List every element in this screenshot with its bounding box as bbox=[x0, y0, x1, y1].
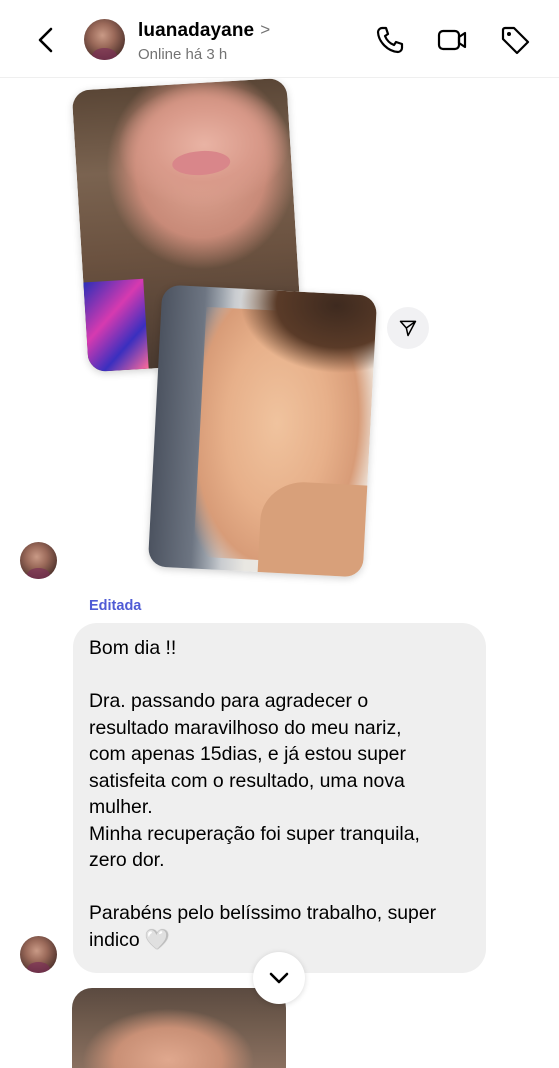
scroll-down-button[interactable] bbox=[253, 952, 305, 1004]
video-camera-icon[interactable] bbox=[436, 24, 468, 56]
photo-detail bbox=[83, 278, 149, 373]
contact-name-row[interactable]: luanadayane > bbox=[138, 20, 270, 42]
chat-header: luanadayane > Online há 3 h bbox=[0, 0, 559, 78]
online-status: Online há 3 h bbox=[138, 46, 228, 63]
photo-detail bbox=[257, 480, 373, 578]
share-button[interactable] bbox=[387, 307, 429, 349]
shared-photo-next[interactable] bbox=[72, 988, 286, 1068]
chevron-down-icon bbox=[269, 972, 289, 984]
edited-label: Editada bbox=[89, 598, 142, 614]
sender-avatar[interactable] bbox=[20, 542, 57, 579]
message-text: Bom dia !! Dra. passando para agradecer … bbox=[89, 635, 470, 953]
photo-detail bbox=[171, 149, 231, 177]
tag-icon[interactable] bbox=[499, 24, 531, 56]
contact-avatar[interactable] bbox=[84, 19, 125, 60]
paper-plane-icon bbox=[399, 320, 417, 337]
message-body: Bom dia !! Dra. passando para agradecer … bbox=[89, 637, 437, 951]
chevron-right-icon: > bbox=[260, 20, 271, 39]
shared-photo-profile[interactable] bbox=[147, 284, 378, 578]
white-heart-emoji: 🤍 bbox=[145, 928, 170, 951]
phone-icon[interactable] bbox=[374, 24, 406, 56]
message-bubble[interactable]: Bom dia !! Dra. passando para agradecer … bbox=[73, 623, 486, 973]
contact-username[interactable]: luanadayane bbox=[138, 20, 254, 42]
photo-detail bbox=[226, 288, 378, 416]
sender-avatar[interactable] bbox=[20, 936, 57, 973]
back-arrow-icon[interactable] bbox=[30, 24, 62, 56]
